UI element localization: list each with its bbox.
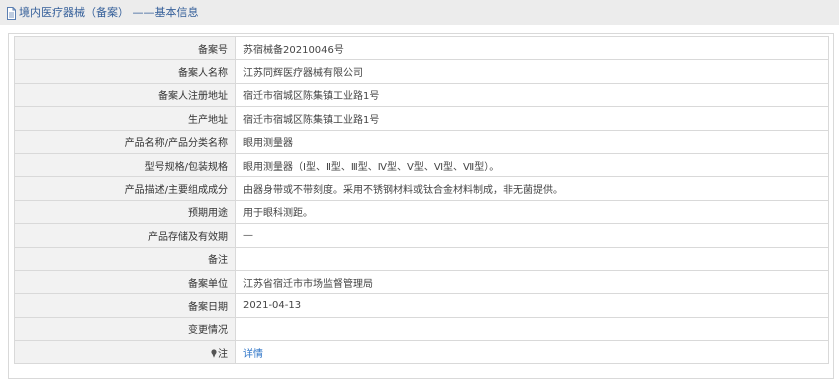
field-label: 备案日期: [14, 293, 236, 318]
field-label: 备案人注册地址: [14, 82, 236, 108]
table-row-note: 注 详情: [14, 340, 829, 365]
field-label: 产品描述/主要组成成分: [14, 176, 236, 201]
field-value: 江苏同辉医疗器械有限公司: [235, 59, 829, 84]
info-table: 备案号 苏宿械备20210046号 备案人名称 江苏同辉医疗器械有限公司 备案人注册地址…: [14, 35, 829, 365]
table-row: 备案人注册地址 宿迁市宿城区陈集镇工业路1号: [14, 82, 829, 108]
field-value: 江苏省宿迁市市场监督管理局: [235, 269, 829, 295]
field-label: 变更情况: [14, 316, 236, 342]
field-value: 宿迁市宿城区陈集镇工业路1号: [235, 82, 829, 108]
field-value: 眼用测量器: [235, 129, 829, 154]
field-label: 预期用途: [14, 199, 236, 225]
pin-icon: [211, 349, 217, 358]
table-row: 产品名称/产品分类名称 眼用测量器: [14, 129, 829, 154]
field-label: 生产地址: [14, 106, 236, 131]
field-value: 苏宿械备20210046号: [235, 35, 829, 61]
field-label: 备案单位: [14, 269, 236, 295]
page-title: 境内医疗器械（备案） ——基本信息: [6, 6, 199, 20]
table-row: 变更情况: [14, 316, 829, 342]
note-label: 注: [218, 348, 228, 360]
field-value: —: [235, 223, 829, 248]
table-row: 备案人名称 江苏同辉医疗器械有限公司: [14, 59, 829, 84]
table-row: 生产地址 宿迁市宿城区陈集镇工业路1号: [14, 106, 829, 131]
field-label: 型号规格/包装规格: [14, 152, 236, 178]
field-label: 备注: [14, 246, 236, 271]
field-value: 宿迁市宿城区陈集镇工业路1号: [235, 106, 829, 131]
table-row: 备案单位 江苏省宿迁市市场监督管理局: [14, 269, 829, 295]
field-label: 备案号: [14, 35, 236, 61]
table-row: 型号规格/包装规格 眼用测量器（Ⅰ型、Ⅱ型、Ⅲ型、Ⅳ型、Ⅴ型、Ⅵ型、Ⅶ型）。: [14, 152, 829, 178]
table-row: 备案号 苏宿械备20210046号: [14, 35, 829, 61]
page-title-text: 境内医疗器械（备案） ——基本信息: [19, 6, 199, 19]
field-label: 备案人名称: [14, 59, 236, 84]
field-label: 产品名称/产品分类名称: [14, 129, 236, 154]
field-value: 用于眼科测距。: [235, 199, 829, 225]
table-row: 预期用途 用于眼科测距。: [14, 199, 829, 225]
table-row: 产品存储及有效期 —: [14, 223, 829, 248]
field-value: [235, 246, 829, 271]
field-value: 由器身带或不带刻度。采用不锈钢材料或钛合金材料制成，非无菌提供。: [235, 176, 829, 201]
note-label-cell: 注: [14, 340, 236, 365]
field-value: 2021-04-13: [235, 293, 829, 318]
table-row: 产品描述/主要组成成分 由器身带或不带刻度。采用不锈钢材料或钛合金材料制成，非无菌…: [14, 176, 829, 201]
table-row: 备注: [14, 246, 829, 271]
document-icon: [7, 6, 16, 20]
field-value: 眼用测量器（Ⅰ型、Ⅱ型、Ⅲ型、Ⅳ型、Ⅴ型、Ⅵ型、Ⅶ型）。: [235, 152, 829, 178]
field-label: 产品存储及有效期: [14, 223, 236, 248]
note-value-cell: 详情: [235, 340, 829, 365]
field-value: [235, 316, 829, 342]
table-row: 备案日期 2021-04-13: [14, 293, 829, 318]
header-bar: 境内医疗器械（备案） ——基本信息: [0, 0, 839, 25]
details-link[interactable]: 详情: [243, 349, 263, 360]
